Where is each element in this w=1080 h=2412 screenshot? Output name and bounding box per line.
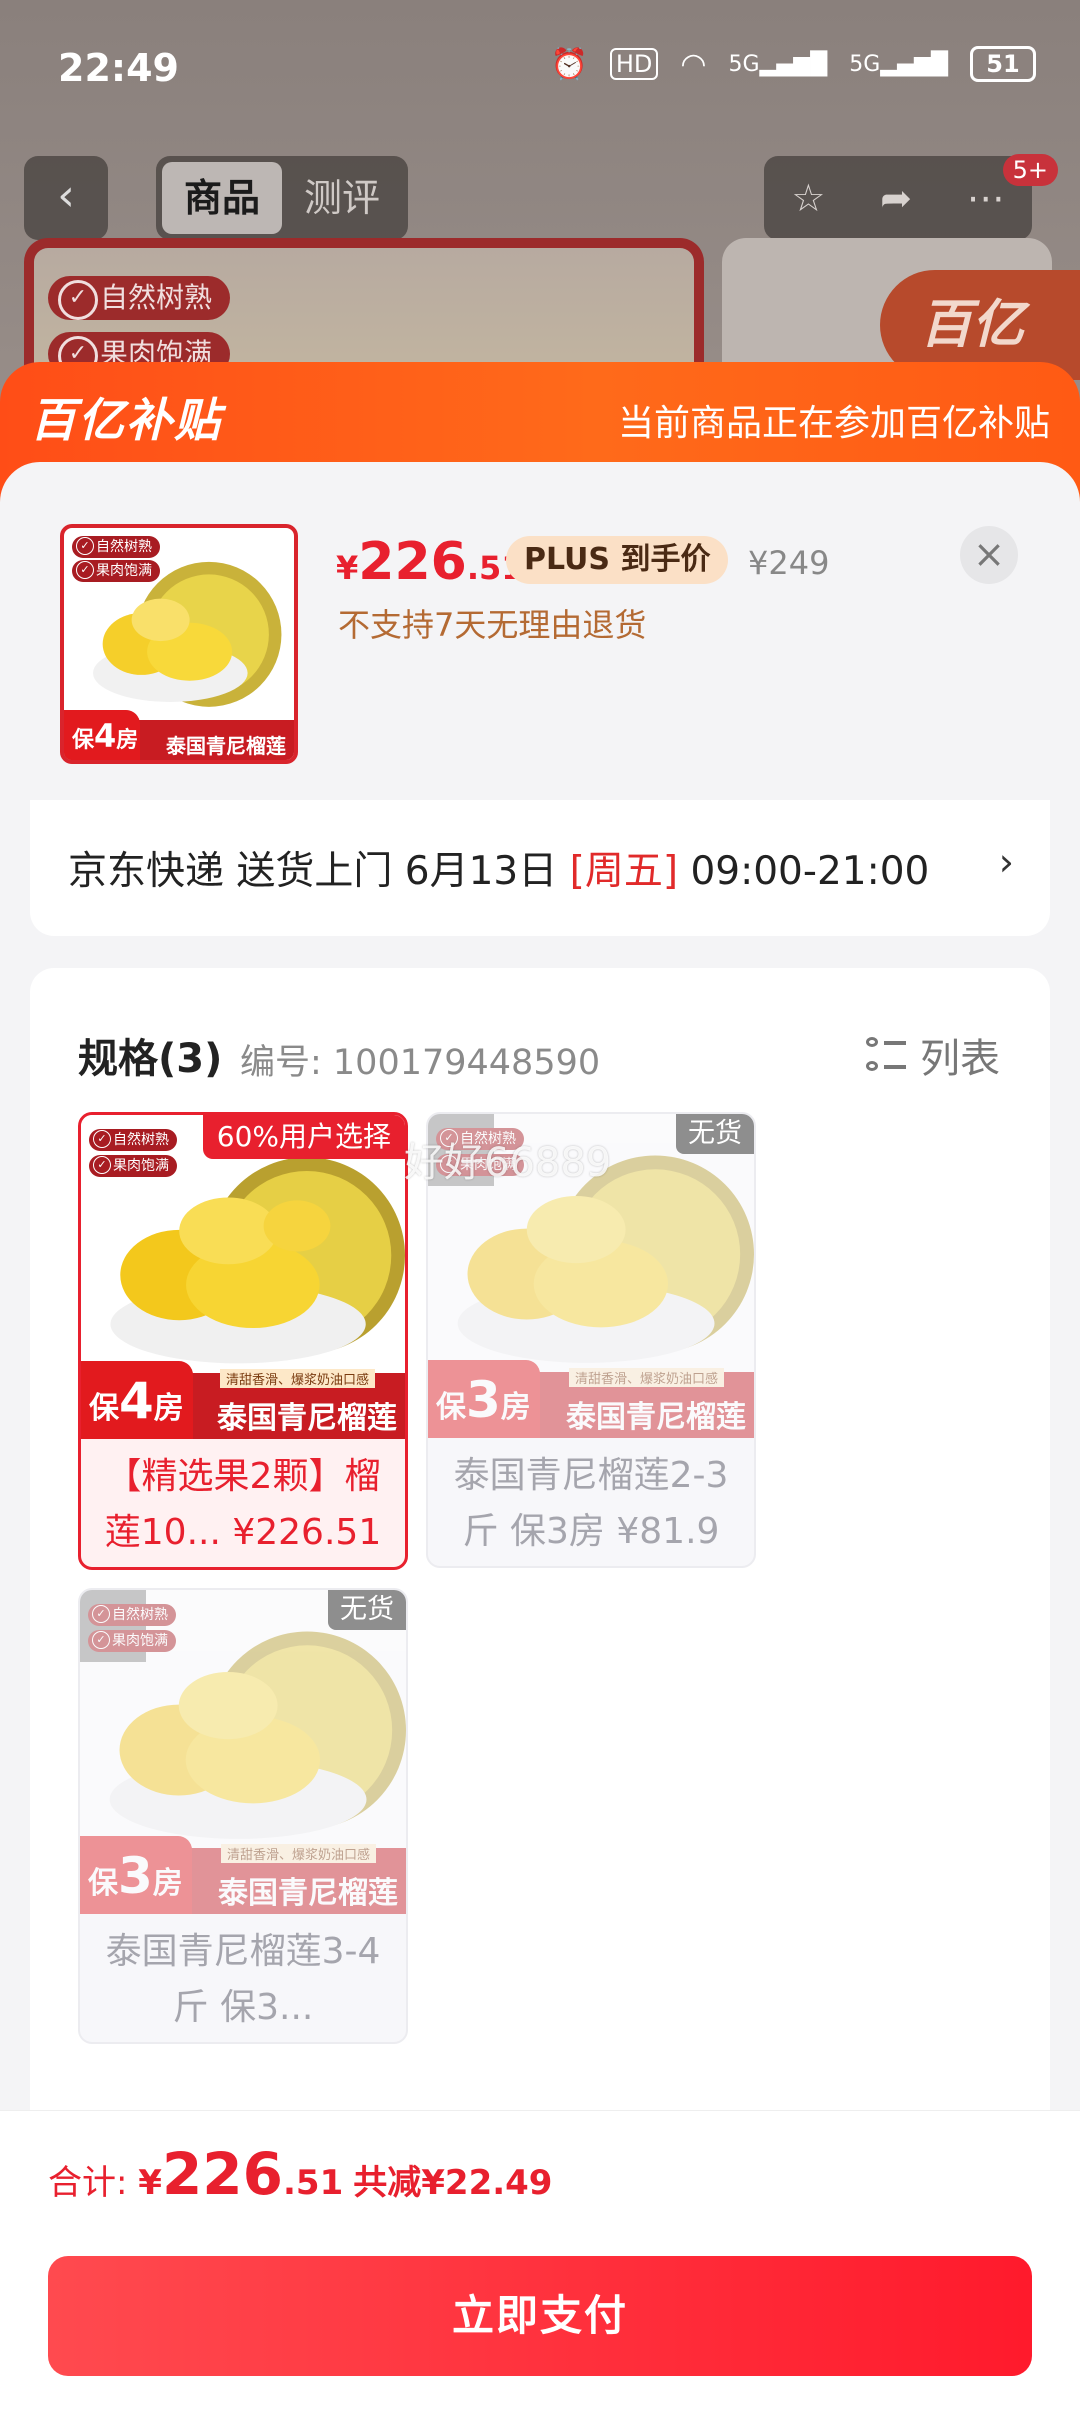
option-label: 【精选果2颗】榴莲10... ¥226.51 [104,1456,382,1553]
delivery-text: 京东快递 送货上门 6月13日 [周五] 09:00-21:00 [68,849,930,894]
popular-tag: 60%用户选择 [202,1115,405,1159]
share-icon[interactable]: ➦ [880,176,912,220]
hd-icon: HD [609,48,659,80]
wifi-icon: ◠ [680,46,707,82]
plus-price-badge: PLUS 到手价 [506,536,729,584]
option-image: 自然树熟 果肉饱满 清甜香滑、爆浆奶油口感 保3房 泰国青尼榴莲 [80,1590,406,1914]
alarm-icon: ⏰ [550,46,588,82]
status-time: 22:49 [58,46,179,90]
close-button[interactable]: × [960,526,1018,584]
option-slogan: 清甜香滑、爆浆奶油口感 [220,1844,376,1863]
option-slogan: 清甜香滑、爆浆奶油口感 [568,1368,724,1387]
tab-goods[interactable]: 商品 [162,162,282,234]
out-of-stock-tag: 无货 [676,1114,754,1154]
bao-badge: 保3房 [80,1836,192,1914]
product-thumbnail: 自然树熟 果肉饱满 保4房 泰国青尼榴莲 [60,524,298,764]
pill-full: 果肉饱满 [89,1155,177,1177]
pill-ripe: 自然树熟 [89,1129,177,1151]
product-code: 编号: 100179448590 [240,1043,601,1083]
bao-badge: 保3房 [428,1360,540,1438]
tab-bar: 商品 测评 [156,156,408,240]
thumb-pill-ripe: 自然树熟 [72,536,160,558]
watermark: 好好66889 [404,1140,612,1186]
spec-option-3[interactable]: 无货 自然树熟 果肉饱满 清甜香滑、爆浆奶油口感 保3房 泰国青尼榴莲 泰国青尼… [78,1588,408,2044]
total-saving: 共减¥22.49 [353,2163,553,2203]
list-view-button[interactable]: 列表 [866,1026,1000,1084]
thumb-bao-badge: 保4房 [64,710,140,760]
subsidy-brand-logo: 百亿补贴 [30,393,222,447]
status-bar: 22:49 ⏰ HD ◠ 5G▂▄▆█ 5G▂▄▆█ 51 [0,0,1080,140]
delivery-row[interactable]: 京东快递 送货上门 6月13日 [周五] 09:00-21:00 › [30,800,1050,936]
option-image: 60%用户选择 自然树熟 果肉饱满 清甜香滑、爆浆奶油口感 保4房 泰国青尼榴莲 [81,1115,405,1439]
out-of-stock-tag: 无货 [328,1590,406,1630]
order-total: 合计: ¥226.51 共减¥22.49 [48,2140,553,2208]
signal-icon-2: 5G▂▄▆█ [849,51,948,77]
option-banner: 清甜香滑、爆浆奶油口感 保3房 泰国青尼榴莲 [80,1836,406,1914]
back-button[interactable]: ‹ [24,156,108,240]
option-product-name: 泰国青尼榴莲 [218,1876,398,1911]
thumb-pill-full: 果肉饱满 [72,560,160,582]
thumb-product-name: 泰国青尼榴莲 [166,734,286,758]
signal-icon-1: 5G▂▄▆█ [728,51,828,77]
more-icon[interactable]: ⋯ [967,176,1005,220]
list-view-label: 列表 [920,1036,1000,1082]
current-price: ¥226.51 [336,532,524,592]
spec-option-1[interactable]: 60%用户选择 自然树熟 果肉饱满 清甜香滑、爆浆奶油口感 保4房 泰国青尼榴莲… [78,1112,408,1570]
option-label: 泰国青尼榴莲2-3斤 保3房 ¥81.9 [453,1455,729,1552]
notification-badge: 5+ [1002,154,1058,186]
thumb-banner: 保4房 泰国青尼榴莲 [64,710,294,760]
option-product-name: 泰国青尼榴莲 [217,1401,397,1436]
spec-title: 规格(3) [78,1036,223,1082]
list-icon [866,1035,906,1075]
subsidy-note: 当前商品正在参加百亿补贴 [617,403,1050,444]
option-banner: 清甜香滑、爆浆奶油口感 保4房 泰国青尼榴莲 [81,1361,405,1439]
background-tag-ripe: 自然树熟 [48,276,231,320]
star-icon[interactable]: ☆ [791,176,825,220]
option-label: 泰国青尼榴莲3-4斤 保3... ¥117.71 [105,1931,381,2028]
nav-actions: ☆ ➦ ⋯ [764,156,1032,240]
chevron-right-icon: › [998,840,1014,884]
tab-review[interactable]: 测评 [282,162,402,234]
return-policy: 不支持7天无理由退货 [338,606,647,644]
original-price: ¥249 [748,544,830,582]
pill-ripe: 自然树熟 [88,1604,176,1626]
bao-badge: 保4房 [81,1361,193,1439]
pill-full: 果肉饱满 [88,1630,176,1652]
pay-now-button[interactable]: 立即支付 [48,2256,1032,2376]
option-slogan: 清甜香滑、爆浆奶油口感 [219,1369,375,1388]
option-product-name: 泰国青尼榴莲 [566,1400,746,1435]
option-banner: 清甜香滑、爆浆奶油口感 保3房 泰国青尼榴莲 [428,1360,754,1438]
battery-icon: 51 [970,46,1036,82]
